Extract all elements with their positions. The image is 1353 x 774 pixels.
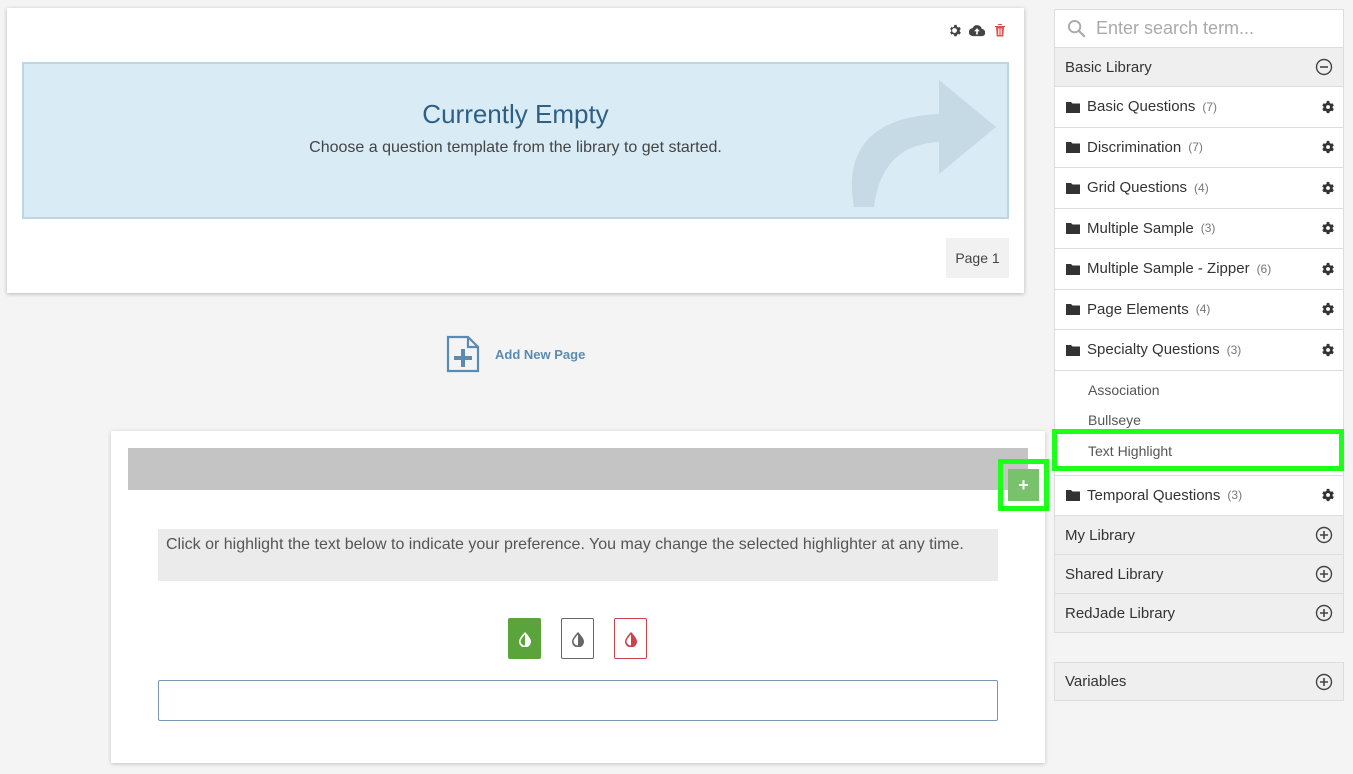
folder-multiple-sample[interactable]: Multiple Sample (3) <box>1054 208 1344 249</box>
expand-circle-icon[interactable] <box>1315 526 1333 544</box>
add-button-highlight: + <box>998 459 1049 511</box>
folder-icon <box>1066 490 1080 502</box>
gear-icon[interactable] <box>1320 262 1334 276</box>
folder-grid-questions[interactable]: Grid Questions (4) <box>1054 168 1344 209</box>
gear-icon[interactable] <box>1320 181 1334 195</box>
folder-name: Page Elements <box>1087 300 1189 318</box>
gear-icon[interactable] <box>1320 100 1334 114</box>
folder-temporal-questions[interactable]: Temporal Questions (3) <box>1054 475 1344 516</box>
specialty-questions-list: Association Bullseye Text Highlight <box>1052 370 1344 476</box>
folder-name: Discrimination <box>1087 138 1182 156</box>
negative-highlighter-button[interactable] <box>614 618 647 659</box>
folder-icon <box>1066 182 1080 194</box>
highlight-text-area[interactable] <box>158 680 998 721</box>
folder-count: (6) <box>1256 261 1272 276</box>
folder-name: Basic Questions <box>1087 98 1196 116</box>
folder-icon <box>1066 344 1080 356</box>
empty-title: Currently Empty <box>422 99 609 129</box>
gear-icon[interactable] <box>946 22 962 38</box>
trash-icon[interactable] <box>992 22 1008 38</box>
cloud-upload-icon[interactable] <box>969 22 985 38</box>
basic-library-label: Basic Library <box>1065 58 1152 76</box>
gear-icon[interactable] <box>1320 302 1334 316</box>
search-input[interactable] <box>1096 18 1336 39</box>
expand-circle-icon[interactable] <box>1315 565 1333 583</box>
folder-name: Specialty Questions <box>1087 341 1220 359</box>
add-page-label: Add New Page <box>495 346 586 362</box>
page-number-label: Page 1 <box>946 238 1009 278</box>
search-box <box>1054 9 1344 48</box>
collapse-circle-icon[interactable] <box>1315 58 1333 76</box>
page-toolbar <box>946 22 1008 38</box>
add-question-button[interactable]: + <box>1008 469 1039 501</box>
neutral-highlighter-button[interactable] <box>561 618 594 659</box>
contrast-icon <box>571 631 584 647</box>
search-icon <box>1067 19 1086 38</box>
folder-count: (7) <box>1202 99 1218 114</box>
folder-icon <box>1066 304 1080 316</box>
my-library-label: My Library <box>1065 526 1136 544</box>
folder-icon <box>1066 142 1080 154</box>
folder-count: (3) <box>1200 221 1216 236</box>
add-new-page-button[interactable]: Add New Page <box>446 335 585 373</box>
question-instructions: Click or highlight the text below to ind… <box>158 529 998 581</box>
folder-specialty-questions[interactable]: Specialty Questions (3) <box>1054 330 1344 371</box>
folder-name: Grid Questions <box>1087 179 1188 197</box>
folder-name: Multiple Sample - Zipper <box>1087 260 1250 278</box>
folder-icon <box>1066 223 1080 235</box>
my-library-header[interactable]: My Library <box>1054 516 1344 555</box>
basic-library-header[interactable]: Basic Library <box>1054 48 1344 87</box>
question-header-bar: + <box>128 448 1049 511</box>
shared-library-header[interactable]: Shared Library <box>1054 555 1344 594</box>
add-page-icon <box>446 335 480 373</box>
question-library-sidebar: Basic Library Basic Questions (7) Discri… <box>1052 9 1344 701</box>
folder-count: (4) <box>1194 180 1209 195</box>
expand-circle-icon[interactable] <box>1315 604 1333 622</box>
positive-highlighter-button[interactable] <box>508 618 541 659</box>
contrast-icon <box>624 631 637 647</box>
folder-count: (7) <box>1188 140 1203 155</box>
folder-basic-questions[interactable]: Basic Questions (7) <box>1054 87 1344 128</box>
empty-subtitle: Choose a question template from the libr… <box>309 139 722 156</box>
folder-multiple-sample-zipper[interactable]: Multiple Sample - Zipper (6) <box>1054 249 1344 290</box>
folder-icon <box>1066 263 1080 275</box>
gear-icon[interactable] <box>1320 221 1334 235</box>
folder-page-elements[interactable]: Page Elements (4) <box>1054 289 1344 330</box>
folder-name: Multiple Sample <box>1087 219 1194 237</box>
text-highlight-selection-highlight <box>1052 428 1344 471</box>
variables-label: Variables <box>1065 673 1127 690</box>
template-association[interactable]: Association <box>1055 375 1343 406</box>
folder-count: (3) <box>1227 488 1243 503</box>
contrast-icon <box>518 631 531 647</box>
gear-icon[interactable] <box>1320 140 1334 154</box>
empty-page-placeholder: Currently Empty Choose a question templa… <box>22 62 1009 219</box>
folder-count: (3) <box>1226 342 1242 357</box>
survey-page-card: Currently Empty Choose a question templa… <box>7 8 1024 293</box>
text-highlight-question-card: + Click or highlight the text below to i… <box>111 431 1049 763</box>
variables-header[interactable]: Variables <box>1054 662 1344 701</box>
folder-icon <box>1066 101 1080 113</box>
expand-circle-icon[interactable] <box>1315 673 1333 691</box>
highlighter-selector <box>508 618 647 659</box>
redjade-library-label: RedJade Library <box>1065 604 1176 622</box>
folder-name: Temporal Questions <box>1087 486 1221 504</box>
gear-icon[interactable] <box>1320 343 1334 357</box>
shared-library-label: Shared Library <box>1065 565 1164 583</box>
folder-count: (4) <box>1195 302 1211 317</box>
redjade-library-header[interactable]: RedJade Library <box>1054 594 1344 633</box>
folder-discrimination[interactable]: Discrimination (7) <box>1054 127 1344 168</box>
gear-icon[interactable] <box>1320 488 1334 502</box>
